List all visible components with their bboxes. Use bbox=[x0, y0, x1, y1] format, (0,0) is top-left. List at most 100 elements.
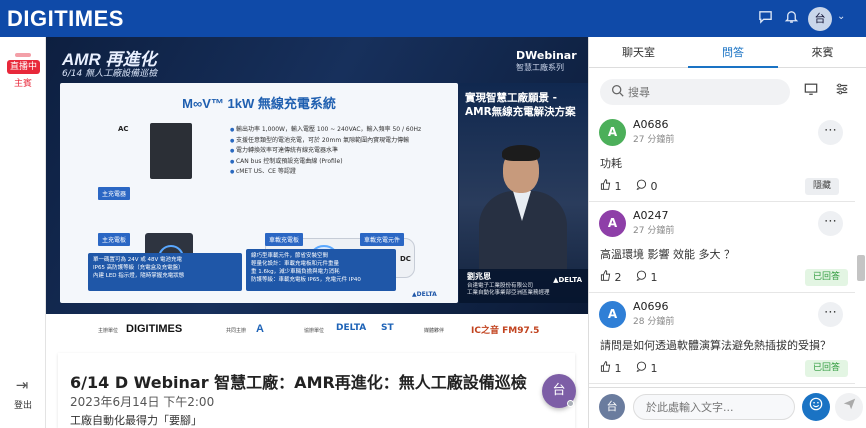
more-options-button[interactable]: ⋯ bbox=[818, 211, 843, 236]
main-stage: AMR 再進化 6/14 無人工廠設備巡檢 DWebinar 智慧工廠系列 M∞… bbox=[46, 37, 588, 428]
like-button[interactable]: 1 bbox=[600, 361, 622, 375]
qa-time: 28 分鐘前 bbox=[633, 317, 675, 327]
answered-status-badge[interactable]: 已回答 bbox=[805, 269, 849, 286]
video-player[interactable]: AMR 再進化 6/14 無人工廠設備巡檢 DWebinar 智慧工廠系列 M∞… bbox=[46, 37, 588, 314]
search-box[interactable] bbox=[600, 79, 790, 105]
comment-icon bbox=[636, 179, 647, 191]
spec-line: 輕量化設計：車載充電板和元件重量 bbox=[251, 261, 340, 267]
thumbs-up-icon bbox=[600, 361, 611, 372]
more-options-button[interactable]: ⋯ bbox=[818, 302, 843, 327]
spec-line: 線巧型車載元件，節省安裝空間 bbox=[251, 253, 329, 259]
message-input[interactable] bbox=[633, 394, 795, 420]
qa-item: A A0686 27 分鐘前 ⋯ 功耗 1 0 隱藏 bbox=[589, 111, 855, 202]
tab-guests[interactable]: 來賓 bbox=[778, 37, 866, 68]
slide-bullets: 輸出功率 1,000W，輸入電壓 100 ~ 240VAC，輸入頻率 50 / … bbox=[230, 125, 452, 178]
presenter-company-line2: 工業自動化事業部亞洲區業務經理 bbox=[467, 290, 550, 296]
tab-qa[interactable]: 問答 bbox=[688, 37, 778, 68]
media-label: 媒體夥伴 bbox=[424, 328, 445, 334]
more-options-button[interactable]: ⋯ bbox=[818, 120, 843, 145]
webinar-brand-name: DWebinar bbox=[516, 49, 577, 62]
presenter-nameplate: 劉兆恩 台達電子工業股份有限公司 工業自動化事業部亞洲區業務經理 ▲DELTA bbox=[459, 269, 588, 303]
answered-status-badge[interactable]: 已回答 bbox=[805, 360, 849, 377]
slide-bullet: 電力轉換效率可達傳統有線充電器水準 bbox=[230, 146, 452, 157]
reply-button[interactable]: 1 bbox=[636, 270, 658, 284]
search-input[interactable] bbox=[628, 83, 783, 101]
reply-count: 1 bbox=[650, 271, 658, 284]
screen-share-icon[interactable] bbox=[801, 82, 821, 102]
status-dot bbox=[567, 400, 574, 407]
comment-icon bbox=[636, 361, 647, 373]
video-subtitle: 6/14 無人工廠設備巡檢 bbox=[62, 69, 158, 79]
sponsor-bar: 主辦單位 DIGITIMES 共同主辦 A 協辦單位 DELTA ST 媒體夥伴… bbox=[46, 314, 588, 344]
organizer-logo: DIGITIMES bbox=[126, 323, 183, 335]
reply-button[interactable]: 0 bbox=[636, 179, 658, 193]
qa-avatar: A bbox=[599, 119, 626, 146]
thumbs-up-icon bbox=[600, 179, 611, 190]
qa-user-id: A0247 bbox=[633, 209, 669, 222]
send-button[interactable] bbox=[835, 393, 863, 421]
co-organizer-label: 共同主辦 bbox=[226, 328, 247, 334]
spec-line: 單一碼置可為 24V 或 48V 電池充電 bbox=[93, 257, 183, 263]
like-count: 1 bbox=[614, 362, 622, 375]
qa-avatar: A bbox=[599, 210, 626, 237]
tag-vehicle-unit: 車載充電元件 bbox=[360, 233, 405, 246]
hide-status-badge[interactable]: 隱藏 bbox=[805, 178, 840, 195]
bell-icon[interactable] bbox=[784, 9, 799, 28]
event-title: 6/14 D Webinar 智慧工廠：AMR再進化：無人工廠設備巡檢 bbox=[70, 373, 527, 392]
composer-avatar: 台 bbox=[599, 394, 625, 420]
top-bar: DIGITIMES 台 ⌄ bbox=[0, 0, 866, 37]
tag-main-pad: 主充電板 bbox=[98, 233, 131, 246]
qa-text: 功耗 bbox=[600, 157, 622, 170]
assist-logo-st: ST bbox=[381, 323, 394, 333]
filter-icon[interactable] bbox=[832, 82, 852, 102]
comment-icon bbox=[636, 270, 647, 282]
qa-text: 請問是如何透過軟體演算法避免熱插拔的受損？ bbox=[600, 339, 831, 352]
like-count: 2 bbox=[614, 271, 622, 284]
like-button[interactable]: 2 bbox=[600, 270, 622, 284]
media-logo: IC之音 FM97.5 bbox=[471, 326, 540, 336]
scrollbar-thumb[interactable] bbox=[857, 255, 865, 281]
tab-chat[interactable]: 聊天室 bbox=[589, 37, 688, 68]
logout-button[interactable]: 登出 bbox=[0, 398, 46, 411]
slide-heading: M∞V™ 1kW 無線充電系統 bbox=[182, 96, 336, 111]
spec-line: 防護等級：車載充電板 IP65，充電元件 IP40 bbox=[251, 277, 361, 283]
like-button[interactable]: 1 bbox=[600, 179, 622, 193]
qa-text: 高溫環境 影響 效能 多大 ？ bbox=[600, 248, 735, 261]
presenter-video: 實現智慧工廠願景 - AMR無線充電解決方案 劉兆恩 台達電子工業股份有限公司 … bbox=[459, 83, 588, 303]
side-panel: 聊天室 問答 來賓 A A0686 27 分鐘前 ⋯ 功耗 1 0 隱藏 A A… bbox=[588, 37, 866, 428]
presenter-title: 實現智慧工廠願景 - AMR無線充電解決方案 bbox=[465, 92, 576, 118]
chevron-down-icon[interactable]: ⌄ bbox=[837, 11, 845, 22]
webinar-brand: DWebinar 智慧工廠系列 bbox=[516, 49, 577, 73]
presenter-name: 劉兆恩 bbox=[467, 272, 491, 281]
qa-user-id: A0686 bbox=[633, 118, 669, 131]
send-icon bbox=[843, 398, 855, 410]
digitimes-logo[interactable]: DIGITIMES bbox=[7, 6, 124, 32]
reply-count: 1 bbox=[650, 362, 658, 375]
dc-label: DC bbox=[400, 255, 411, 263]
organizer-label: 主辦單位 bbox=[98, 328, 119, 334]
reply-count: 0 bbox=[650, 180, 658, 193]
logout-icon[interactable]: ⇥ bbox=[12, 376, 32, 394]
panel-tabs: 聊天室 問答 來賓 bbox=[589, 37, 866, 68]
slide-bullet: 輸出功率 1,000W，輸入電壓 100 ~ 240VAC，輸入頻率 50 / … bbox=[230, 125, 452, 136]
reply-button[interactable]: 1 bbox=[636, 361, 658, 375]
assist-logo-delta: DELTA bbox=[336, 323, 367, 333]
spec-box-left: 單一碼置可為 24V 或 48V 電池充電 IP65 高防護等級（充電盒及充電盤… bbox=[88, 253, 242, 291]
ac-label: AC bbox=[118, 125, 129, 133]
qa-time: 27 分鐘前 bbox=[633, 226, 675, 236]
qa-avatar: A bbox=[599, 301, 626, 328]
presenter-company-line1: 台達電子工業股份有限公司 bbox=[467, 283, 534, 289]
presenter-hair bbox=[502, 145, 540, 161]
chat-bubble-icon[interactable] bbox=[758, 9, 773, 28]
live-badge: 直播中 bbox=[7, 60, 40, 74]
message-composer: 台 bbox=[589, 387, 866, 428]
slide-bullet: 支援任意類型的電池充電，可於 20mm 氣隙範圍內實現電力傳輸 bbox=[230, 136, 452, 147]
tag-main-charger: 主充電器 bbox=[98, 187, 131, 200]
slide-bullet: cMET US、CE 等認證 bbox=[230, 167, 452, 178]
charger-device-image bbox=[150, 123, 192, 179]
spec-line: IP65 高防護等級（充電盒及充電盤） bbox=[93, 265, 184, 271]
qa-time: 27 分鐘前 bbox=[633, 135, 675, 145]
emoji-button[interactable] bbox=[802, 393, 830, 421]
smiley-icon bbox=[809, 397, 823, 411]
user-avatar[interactable]: 台 bbox=[808, 7, 832, 31]
